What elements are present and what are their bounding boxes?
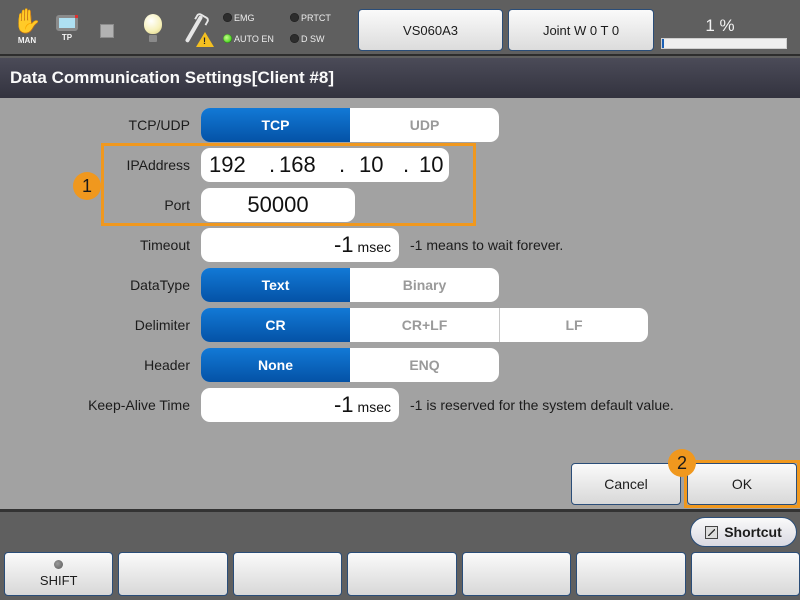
timeout-row: Timeout -1 msec -1 means to wait forever… [0,228,800,262]
data-type-label: DataType [130,277,190,293]
annotation-highlight-ok [684,460,800,508]
function-key-7[interactable] [690,552,800,596]
led-indicator-icon [290,34,299,43]
timeout-label: Timeout [139,237,190,253]
robot-type-button[interactable]: VS060A3 [358,9,503,51]
option-lf[interactable]: LF [499,308,648,342]
stop-icon[interactable] [100,24,114,38]
function-key-3[interactable] [232,552,343,596]
hand-icon: ✋ [12,8,42,35]
function-key-bar: SHIFT [4,552,800,596]
maintenance-warning-icon[interactable]: ! [184,14,214,48]
led-prtct: PRTCT [290,13,331,23]
option-cr-lf[interactable]: CR+LF [350,308,499,342]
mode-label: MAN [17,36,37,45]
led-indicator-icon [223,34,232,43]
tcp-udp-label: TCP/UDP [128,117,190,133]
shortcut-button[interactable]: Shortcut [690,517,797,547]
option-udp[interactable]: UDP [350,108,499,142]
function-key-shift[interactable]: SHIFT [4,552,114,596]
keep-alive-label: Keep-Alive Time [88,397,190,413]
shortcut-label: Shortcut [724,524,782,540]
annotation-highlight-ip-port [101,143,476,226]
led-label: EMG [234,13,255,23]
coordinate-mode-button[interactable]: Joint W 0 T 0 [508,9,654,51]
pendant-label: TP [61,33,73,42]
data-type-selector: Text Binary [201,268,499,302]
annotation-badge-1: 1 [73,172,101,200]
option-binary[interactable]: Binary [350,268,499,302]
timeout-value: -1 [333,232,354,257]
header-selector: None ENQ [201,348,499,382]
led-indicator-icon [223,13,232,22]
function-key-5[interactable] [461,552,572,596]
lightbulb-icon[interactable] [142,14,164,46]
timeout-hint: -1 means to wait forever. [410,237,564,253]
annotation-badge-2: 2 [668,449,696,477]
delimiter-row: Delimiter CR CR+LF LF [0,308,800,342]
led-label: PRTCT [301,13,331,23]
data-type-row: DataType Text Binary [0,268,800,302]
cancel-button[interactable]: Cancel [571,463,681,505]
tcp-udp-row: TCP/UDP TCP UDP [0,108,800,142]
option-enq[interactable]: ENQ [350,348,499,382]
option-tcp[interactable]: TCP [201,108,350,142]
speed-percent-text: 1 % [705,16,735,35]
shortcut-arrow-icon [705,525,719,539]
led-label: D SW [301,34,325,44]
function-key-4[interactable] [347,552,457,596]
manual-mode-indicator[interactable]: ✋ MAN [12,10,42,52]
function-key-2[interactable] [118,552,228,596]
dialog-title: Data Communication Settings[Client #8] [0,58,800,98]
led-label: AUTO EN [234,34,274,44]
keep-alive-row: Keep-Alive Time -1 msec -1 is reserved f… [0,388,800,422]
led-emg: EMG [223,13,255,23]
led-auto-en: AUTO EN [223,34,274,44]
header-row: Header None ENQ [0,348,800,382]
keep-alive-value: -1 [333,392,354,417]
option-text[interactable]: Text [201,268,350,302]
option-none[interactable]: None [201,348,350,382]
keep-alive-field[interactable]: -1 msec [201,388,399,422]
speed-progress-fill [662,39,664,48]
function-key-label: SHIFT [39,573,78,588]
function-key-6[interactable] [576,552,686,596]
status-bar: ✋ MAN TP ! EMG AUTO EN PRTCT D SW VS060A… [0,0,800,56]
led-d-sw: D SW [290,34,325,44]
teach-pendant-indicator[interactable]: TP [54,12,80,52]
delimiter-label: Delimiter [134,317,190,333]
timeout-field[interactable]: -1 msec [201,228,399,262]
header-label: Header [144,357,190,373]
timeout-unit: msec [357,239,391,255]
delimiter-selector: CR CR+LF LF [201,308,648,342]
shift-led-icon [54,560,64,569]
keep-alive-unit: msec [357,399,391,415]
tcp-udp-selector: TCP UDP [201,108,499,142]
pendant-icon [56,15,78,31]
option-cr[interactable]: CR [201,308,350,342]
speed-progress-bar[interactable] [661,38,787,49]
keep-alive-hint: -1 is reserved for the system default va… [410,397,674,413]
led-indicator-icon [290,13,299,22]
